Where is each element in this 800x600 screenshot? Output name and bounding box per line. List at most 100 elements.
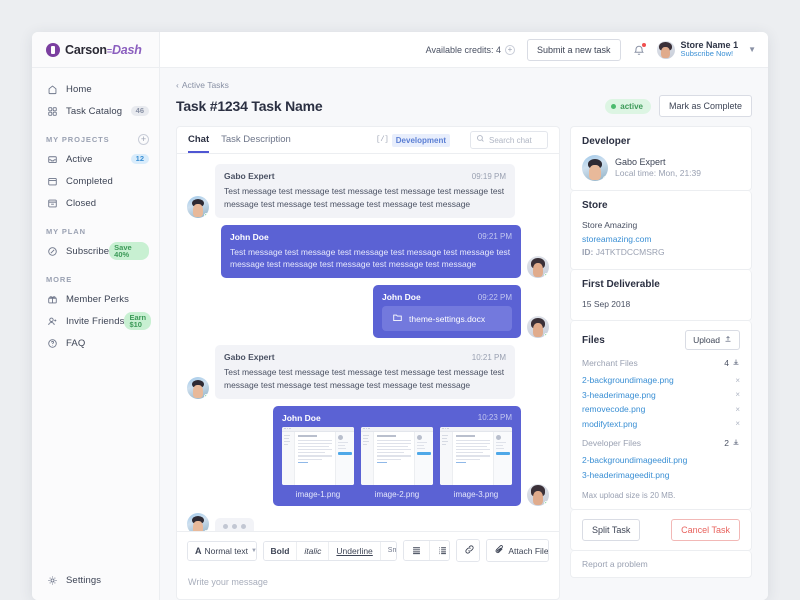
message-time: 09:19 PM — [471, 171, 506, 181]
download-icon[interactable] — [732, 438, 740, 448]
file-attachment[interactable]: theme-settings.docx — [382, 306, 512, 331]
image-attachment[interactable]: image-1.png — [282, 426, 354, 499]
user-plus-icon — [46, 315, 58, 327]
message-row: Gabo Expert 09:19 PM Test message test m… — [187, 164, 549, 218]
chat-panel: Chat Task Description [/] Development Se… — [176, 126, 560, 600]
sidebar-item-label: Member Perks — [66, 293, 129, 305]
list-group — [402, 540, 451, 561]
sidebar-section-title: MY PROJECTS — [46, 135, 110, 144]
sidebar-item-settings[interactable]: Settings — [32, 575, 159, 600]
sidebar-item-label: Invite Friends — [66, 315, 125, 327]
sidebar-item-active[interactable]: Active 12 — [32, 148, 159, 170]
notification-dot — [641, 42, 646, 47]
sidebar-item-member-perks[interactable]: Member Perks — [32, 288, 159, 310]
file-link[interactable]: 2-backgroundimageedit.png — [582, 453, 687, 467]
report-problem-link[interactable]: Report a problem — [571, 551, 751, 577]
sidebar-item-subscribe[interactable]: Subscribe Save 40% — [32, 240, 159, 262]
file-row: removecode.png × — [582, 402, 740, 416]
text-style-select[interactable]: A Normal text ▼ — [188, 541, 256, 560]
store-name: Store Amazing — [582, 220, 638, 230]
remove-file-icon[interactable]: × — [735, 374, 740, 388]
split-task-button[interactable]: Split Task — [582, 519, 641, 541]
sidebar-nav: Home Task Catalog 46 MY PROJECTS + Activ… — [32, 68, 159, 578]
files-header: Files Upload — [582, 330, 740, 351]
file-row: 2-backgroundimageedit.png — [582, 453, 740, 467]
italic-button[interactable]: italic — [297, 541, 330, 560]
message-author: John Doe — [230, 231, 269, 242]
file-link[interactable]: 3-headerimage.png — [582, 388, 656, 402]
avatar — [187, 376, 209, 399]
message-header: John Doe 09:22 PM — [382, 292, 512, 302]
first-deliverable-title: First Deliverable — [582, 278, 660, 290]
attach-file-label: Attach File — [508, 545, 549, 556]
image-attachment[interactable]: image-3.png — [440, 426, 512, 499]
small-button[interactable]: Small — [380, 541, 396, 560]
account-menu[interactable]: Store Name 1 Subscribe Now! ▼ — [656, 40, 756, 59]
development-label: Development — [391, 133, 450, 147]
bulleted-list-button[interactable] — [403, 541, 430, 560]
file-link[interactable]: 2-backgroundimage.png — [582, 373, 674, 387]
image-name: image-3.png — [453, 489, 499, 499]
chevron-down-icon[interactable]: ▼ — [748, 45, 756, 54]
cancel-task-button[interactable]: Cancel Task — [671, 519, 740, 541]
message-header: Gabo Expert 10:21 PM — [224, 352, 506, 362]
attach-file-button[interactable]: Attach File — [487, 540, 549, 561]
remove-file-icon[interactable]: × — [735, 417, 740, 431]
message-row: John Doe 10:23 PM image-1.png image-2.pn… — [187, 405, 549, 506]
link-button[interactable] — [457, 540, 480, 561]
add-credits-icon[interactable]: + — [505, 44, 515, 55]
tab-task-description[interactable]: Task Description — [221, 127, 291, 153]
available-credits-label: Available credits: 4 — [425, 44, 501, 55]
sidebar-item-closed[interactable]: Closed — [32, 192, 159, 214]
notifications-bell-icon[interactable] — [633, 42, 646, 56]
sidebar-item-faq[interactable]: FAQ — [32, 332, 159, 354]
sidebar-section-my-plan: MY PLAN — [32, 214, 159, 240]
text-format-group: Bold italic Underline Small — [262, 540, 397, 561]
message-author: John Doe — [382, 292, 421, 302]
numbered-list-button[interactable] — [429, 541, 450, 560]
sidebar-item-completed[interactable]: Completed — [32, 170, 159, 192]
account-subscribe-link[interactable]: Subscribe Now! — [681, 50, 739, 59]
sidebar-item-home[interactable]: Home — [32, 78, 159, 100]
store-card-title: Store — [582, 200, 608, 211]
search-input[interactable] — [489, 135, 542, 145]
composer-toolbar: A Normal text ▼ Bold italic Underline Sm… — [177, 532, 559, 569]
search-icon — [476, 134, 485, 146]
tab-chat[interactable]: Chat — [188, 127, 210, 153]
image-name: image-1.png — [295, 489, 341, 499]
file-link[interactable]: modifytext.png — [582, 417, 637, 431]
folder-icon — [46, 175, 58, 187]
paperclip-icon — [494, 544, 505, 557]
message-list: Gabo Expert 09:19 PM Test message test m… — [177, 154, 559, 531]
avatar — [187, 512, 209, 531]
image-attachment[interactable]: image-2.png — [361, 426, 433, 499]
store-url-link[interactable]: storeamazing.com — [582, 234, 651, 244]
status-dot-icon — [611, 103, 617, 109]
add-project-icon[interactable]: + — [138, 134, 149, 145]
brand-name-light: Dash — [111, 42, 142, 57]
mark-as-complete-button[interactable]: Mark as Complete — [658, 95, 752, 117]
search-chat-box[interactable] — [470, 131, 548, 149]
file-link[interactable]: 3-headerimageedit.png — [582, 468, 669, 482]
sidebar-item-label: Home — [66, 83, 92, 95]
upload-icon — [724, 335, 732, 345]
remove-file-icon[interactable]: × — [735, 403, 740, 417]
avatar — [187, 195, 209, 218]
message-input[interactable]: Write your message — [177, 569, 559, 599]
home-icon — [46, 83, 58, 95]
sidebar-section-title: MY PLAN — [46, 227, 86, 236]
submit-new-task-button[interactable]: Submit a new task — [527, 38, 621, 61]
sidebar-item-task-catalog[interactable]: Task Catalog 46 — [32, 100, 159, 122]
download-icon[interactable] — [732, 358, 740, 368]
remove-file-icon[interactable]: × — [735, 388, 740, 402]
sidebar-item-invite-friends[interactable]: Invite Friends Earn $10 — [32, 310, 159, 332]
sidebar-badge-earn: Earn $10 — [124, 312, 152, 330]
bold-button[interactable]: Bold — [263, 541, 298, 560]
message-row: Gabo Expert 10:21 PM Test message test m… — [187, 345, 549, 399]
underline-button[interactable]: Underline — [329, 541, 381, 560]
brand-logo[interactable]: Carson=Dash — [32, 32, 159, 68]
breadcrumb[interactable]: ‹ Active Tasks — [176, 80, 752, 90]
circle-slash-icon — [46, 245, 58, 257]
file-link[interactable]: removecode.png — [582, 402, 645, 416]
upload-button[interactable]: Upload — [685, 330, 740, 351]
